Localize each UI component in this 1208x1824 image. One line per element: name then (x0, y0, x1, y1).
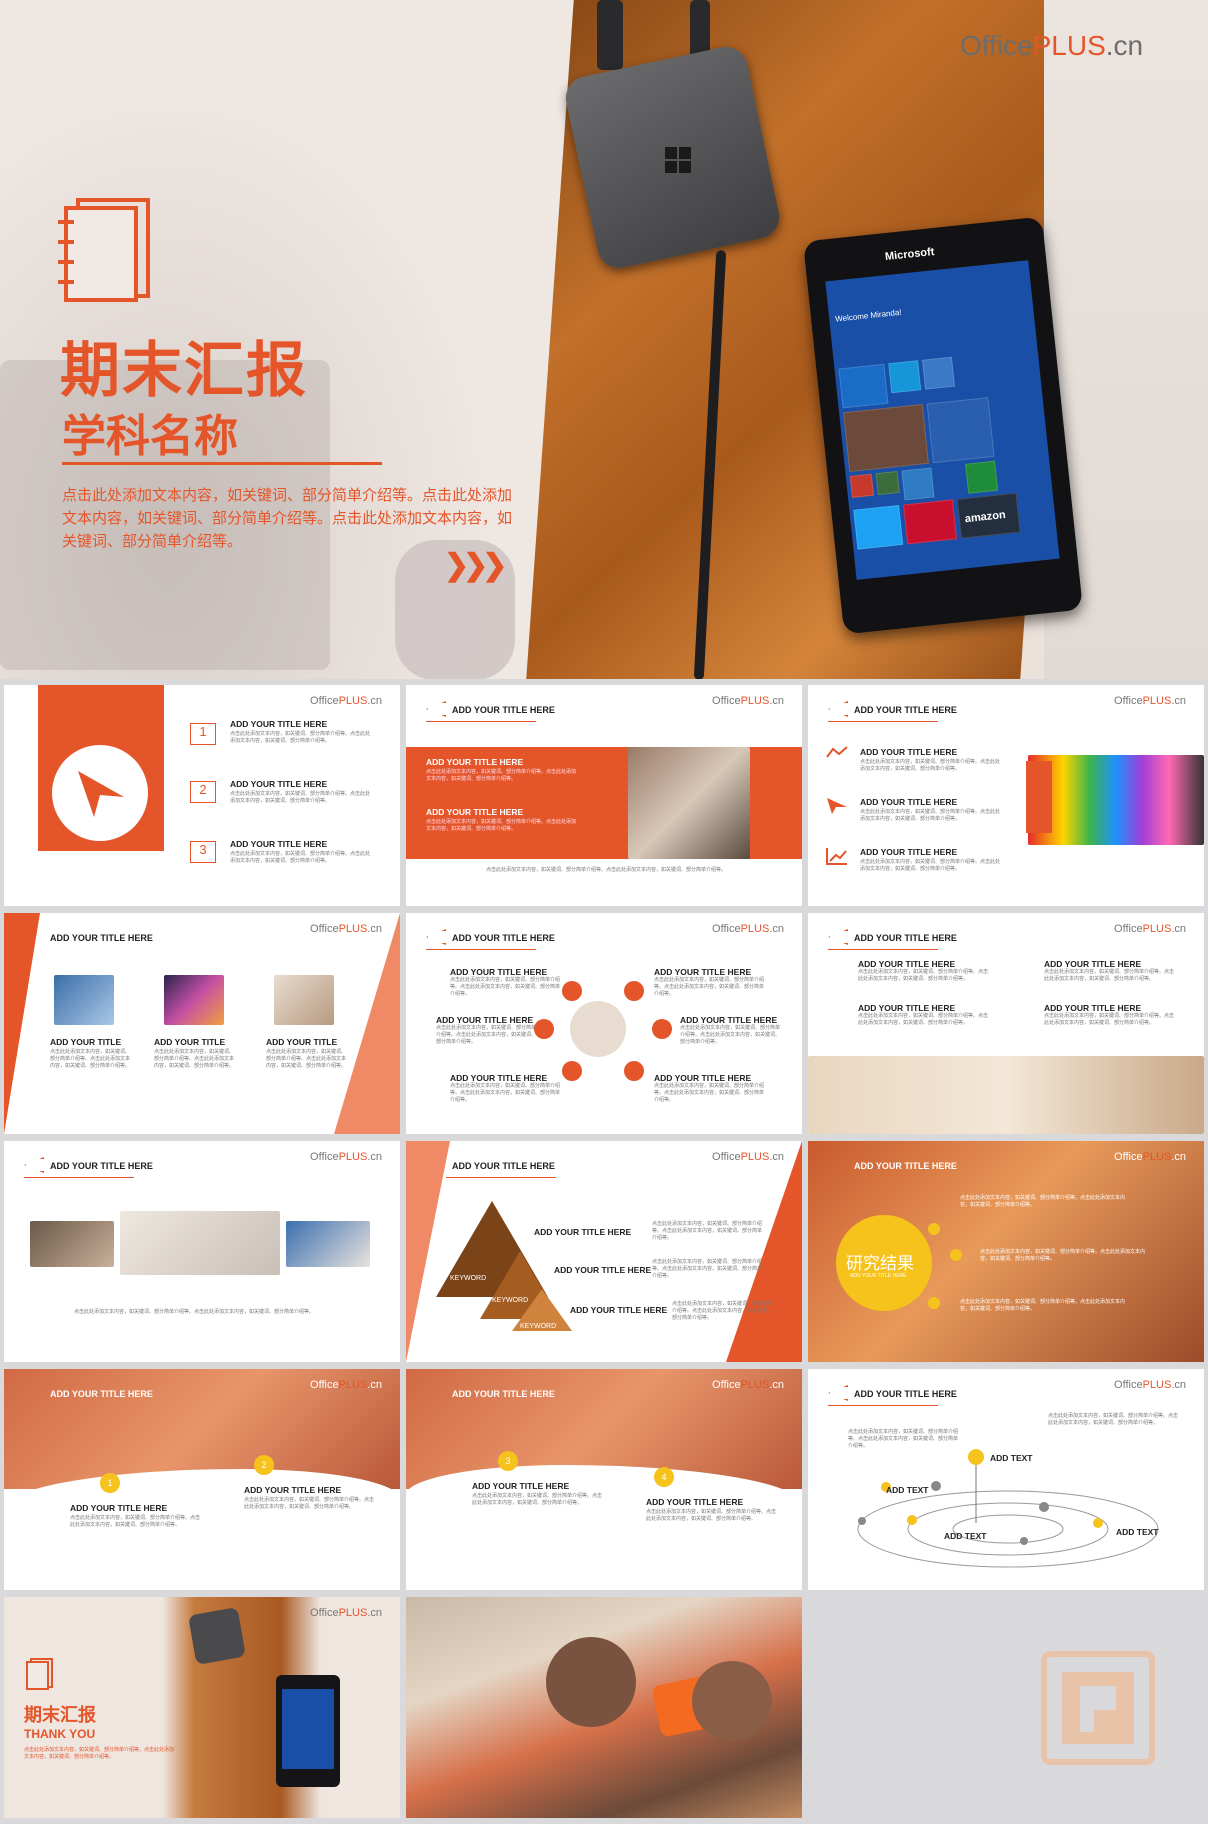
notebook-icon (58, 198, 150, 302)
slide-thumbnail[interactable]: ADD YOUR TITLE HERE OfficePLUS.cn 研究结果 A… (808, 1141, 1204, 1362)
chevron-arrows-icon: ❯❯❯ (444, 549, 507, 582)
cover-slide: Microsoft Welcome Miranda! amazon Office… (0, 0, 1208, 679)
windows-logo-icon (665, 147, 691, 173)
slide-thumbnail[interactable]: ADD YOUR TITLE HERE OfficePLUS.cn ADD YO… (406, 685, 802, 906)
cover-subtitle: 学科名称 (62, 411, 238, 462)
slide-thumbnail[interactable]: ADD YOUR TITLE HERE OfficePLUS.cn ADD YO… (808, 685, 1204, 906)
paper-plane-icon (78, 771, 124, 817)
slide-thumbnail[interactable]: OfficePLUS.cn 1 ADD YOUR TITLE HERE 点击此处… (4, 685, 400, 906)
photo (30, 1221, 114, 1267)
phone-brand: Microsoft (884, 245, 935, 264)
phone-screen: Welcome Miranda! amazon (825, 260, 1060, 580)
watermark-logo (1041, 1651, 1155, 1765)
photo (164, 975, 224, 1025)
orbit-diagram (857, 1449, 1159, 1568)
photo (1028, 755, 1204, 845)
cover-title: 期末汇报 (60, 336, 308, 406)
officeplus-logo: OfficePLUS.cn (960, 30, 1144, 61)
photo (808, 1056, 1204, 1134)
slide-thumbnail[interactable]: ADD YOUR TITLE HERE OfficePLUS.cn 点击此处添加… (4, 1141, 400, 1362)
slide-thumbnail[interactable]: ADD YOUR TITLE HERE OfficePLUS.cn 点击此处添加… (808, 1369, 1204, 1590)
photo (628, 747, 750, 859)
slide-thumbnail[interactable]: OfficePLUS.cn 期末汇报 THANK YOU 点击此处添加文本内容，… (4, 1597, 400, 1818)
slide-thumbnail[interactable]: ADD YOUR TITLE HERE OfficePLUS.cn ADD YO… (406, 913, 802, 1134)
photo (286, 1221, 370, 1267)
title-divider (62, 462, 382, 465)
photo (120, 1211, 280, 1275)
photo-circle (570, 1001, 626, 1057)
photo (274, 975, 334, 1025)
notebook-icon (26, 1658, 53, 1690)
slide-thumbnail[interactable]: ADD YOUR TITLE HERE OfficePLUS.cn KEYWOR… (406, 1141, 802, 1362)
pyramid-diagram (436, 1201, 572, 1331)
cover-description: 点击此处添加文本内容，如关键词、部分简单介绍等。点击此处添加文本内容，如关键词、… (62, 486, 513, 550)
slide-thumbnail[interactable]: ADD YOUR TITLE HERE OfficePLUS.cn 3 4 AD… (406, 1369, 802, 1590)
photo (54, 975, 114, 1025)
slide-thumbnail[interactable]: ADD YOUR TITLE HERE OfficePLUS.cn ADD YO… (4, 913, 400, 1134)
slide-thumbnail[interactable]: ADD YOUR TITLE HERE OfficePLUS.cn ADD YO… (808, 913, 1204, 1134)
chart-line-icon (826, 746, 848, 758)
slide-thumbnail[interactable] (406, 1597, 802, 1818)
slide-thumbnail[interactable]: ADD YOUR TITLE HERE OfficePLUS.cn 1 2 AD… (4, 1369, 400, 1590)
paper-plane-icon (827, 798, 847, 814)
phone-image: Microsoft Welcome Miranda! amazon (803, 216, 1083, 635)
growth-chart-icon (826, 848, 847, 865)
